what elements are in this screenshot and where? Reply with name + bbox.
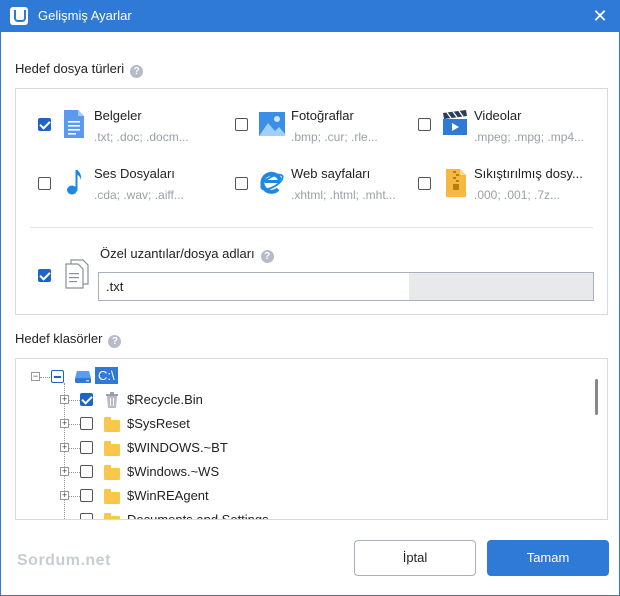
custom-ext-input-text-area[interactable]: [99, 273, 409, 300]
tree-connector: [40, 377, 50, 378]
ses-dosyalari-ext: .cda; .wav; .aiff...: [94, 188, 184, 202]
folder-tree[interactable]: − C:\ + $Recycle.Bin + $SysReset + $WIND…: [15, 358, 608, 520]
title-bar: Gelişmiş Ayarlar ✕: [0, 0, 620, 32]
videolar-checkbox[interactable]: [418, 118, 431, 131]
image-icon: [259, 112, 285, 136]
belgeler-checkbox[interactable]: [38, 118, 51, 131]
video-icon: [443, 110, 467, 135]
custom-ext-input-value: .txt: [106, 279, 124, 294]
tree-node-label[interactable]: $WINDOWS.~BT: [127, 440, 228, 455]
recycle-bin-icon: [106, 392, 118, 408]
help-icon[interactable]: ?: [108, 335, 122, 348]
recycle-bin-expander[interactable]: +: [60, 395, 69, 404]
internet-explorer-icon: [260, 171, 284, 194]
web-sayfalari-label: Web sayfaları: [291, 166, 371, 181]
document-icon: [64, 110, 84, 138]
folder-icon: [104, 417, 120, 432]
section-divider: [30, 227, 593, 228]
videolar-ext: .mpeg; .mpg; .mp4...: [474, 130, 585, 144]
help-icon[interactable]: ?: [130, 65, 144, 78]
belgeler-ext: .txt; .doc; .docm...: [94, 130, 189, 144]
tree-node-label[interactable]: $SysReset: [127, 416, 190, 431]
music-note-icon: [67, 170, 82, 195]
custom-ext-checkbox[interactable]: [38, 269, 51, 282]
windows-ws-checkbox[interactable]: [80, 465, 93, 478]
tree-node-label[interactable]: $Recycle.Bin: [127, 392, 203, 407]
archive-icon: [446, 169, 466, 197]
windows-bt-checkbox[interactable]: [80, 441, 93, 454]
drive-icon: [75, 371, 91, 383]
sysreset-expander[interactable]: +: [60, 419, 69, 428]
custom-ext-input-disabled-area: [409, 273, 593, 300]
folder-icon: [104, 489, 120, 504]
tree-node-label[interactable]: $Windows.~WS: [127, 464, 219, 479]
root-checkbox[interactable]: [51, 370, 64, 383]
sikistirilmis-checkbox[interactable]: [418, 177, 431, 190]
web-sayfalari-checkbox[interactable]: [235, 177, 248, 190]
winreagent-expander[interactable]: +: [60, 491, 69, 500]
custom-ext-label: Özel uzantılar/dosya adları: [100, 246, 255, 261]
sikistirilmis-ext: .000; .001; .7z...: [474, 188, 561, 202]
tree-scrollbar-thumb[interactable]: [595, 379, 598, 415]
target-folders-heading: Hedef klasörler?: [15, 331, 122, 348]
fotograflar-ext: .bmp; .cur; .rle...: [291, 130, 378, 144]
winreagent-checkbox[interactable]: [80, 489, 93, 502]
files-icon: [65, 259, 89, 289]
fotograflar-label: Fotoğraflar: [291, 108, 354, 123]
folder-icon: [104, 513, 120, 519]
windows-bt-expander[interactable]: +: [60, 443, 69, 452]
recycle-bin-checkbox[interactable]: [80, 393, 93, 406]
close-button[interactable]: ✕: [590, 6, 610, 26]
folder-icon: [104, 441, 120, 456]
web-sayfalari-ext: .xhtml; .html; .mht...: [291, 188, 396, 202]
app-icon: [10, 7, 28, 25]
documents-settings-checkbox[interactable]: [80, 513, 93, 519]
tree-node-label[interactable]: Documents and Settings: [127, 512, 269, 519]
folder-icon: [104, 465, 120, 480]
ok-button[interactable]: Tamam: [487, 540, 609, 576]
fotograflar-checkbox[interactable]: [235, 118, 248, 131]
belgeler-label: Belgeler: [94, 108, 142, 123]
window-title: Gelişmiş Ayarlar: [38, 8, 132, 23]
help-icon[interactable]: ?: [260, 250, 274, 263]
windows-ws-expander[interactable]: +: [60, 467, 69, 476]
cancel-button[interactable]: İptal: [354, 540, 476, 576]
root-drive-label[interactable]: C:\: [95, 367, 118, 384]
sysreset-checkbox[interactable]: [80, 417, 93, 430]
tree-node-label[interactable]: $WinREAgent: [127, 488, 209, 503]
custom-ext-heading: Özel uzantılar/dosya adları?: [100, 246, 274, 263]
ses-dosyalari-checkbox[interactable]: [38, 177, 51, 190]
ses-dosyalari-label: Ses Dosyaları: [94, 166, 175, 181]
videolar-label: Videolar: [474, 108, 522, 123]
target-types-heading: Hedef dosya türleri?: [15, 61, 144, 78]
root-expander[interactable]: −: [31, 372, 40, 381]
brand-watermark: Sordum.net: [17, 552, 111, 569]
custom-ext-input[interactable]: .txt: [98, 272, 594, 301]
sikistirilmis-label: Sıkıştırılmış dosy...: [474, 166, 583, 181]
